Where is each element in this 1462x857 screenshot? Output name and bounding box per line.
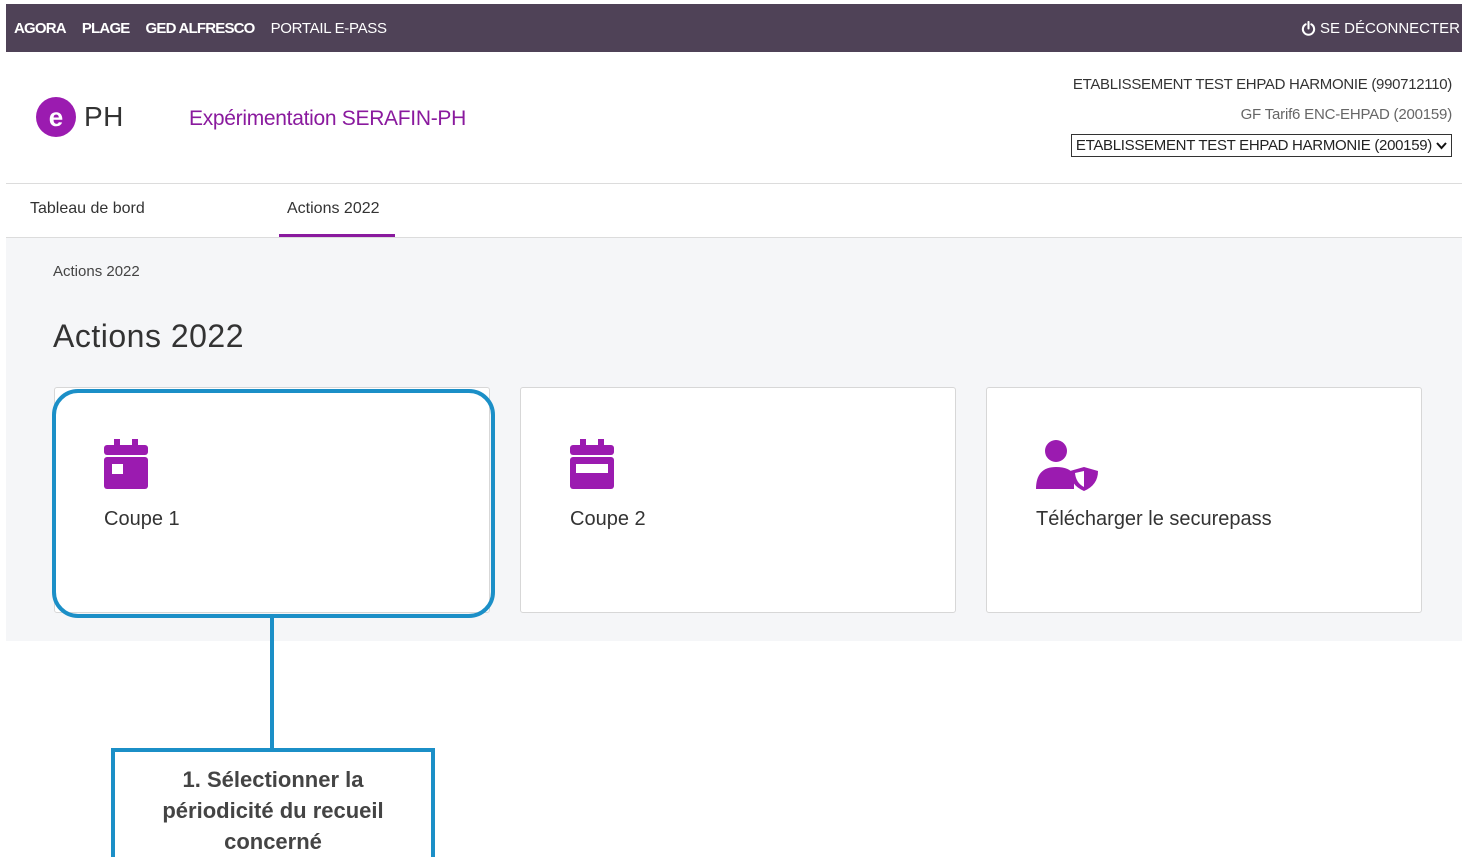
establishment-name: ETABLISSEMENT TEST EHPAD HARMONIE (99071… (1072, 76, 1452, 93)
card-coupe-2[interactable]: Coupe 2 (520, 387, 956, 613)
establishment-select-value: ETABLISSEMENT TEST EHPAD HARMONIE (20015… (1075, 137, 1432, 154)
annotation-callout: 1. Sélectionner la périodicité du recuei… (111, 748, 435, 857)
logo-badge: e (36, 97, 76, 137)
highlight-box (52, 389, 495, 618)
logo-text: PH (84, 101, 124, 132)
app-title: Expérimentation SERAFIN-PH (189, 107, 466, 130)
tab-bar: Tableau de bord Actions 2022 (6, 184, 1462, 238)
link-plage[interactable]: PLAGE (82, 20, 130, 37)
link-ged-alfresco[interactable]: GED ALFRESCO (146, 20, 256, 37)
tab-tableau-de-bord[interactable]: Tableau de bord (30, 200, 145, 218)
tab-actions-2022[interactable]: Actions 2022 (287, 200, 380, 218)
chevron-down-icon (1436, 141, 1447, 149)
eph-logo[interactable]: e PH (36, 97, 124, 137)
establishment-subtitle: GF Tarif6 ENC-EHPAD (200159) (1240, 106, 1453, 123)
calendar-range-icon (570, 439, 614, 489)
callout-line-3: concerné (224, 829, 322, 854)
card-label: Télécharger le securepass (1036, 508, 1272, 530)
card-label: Coupe 2 (570, 508, 646, 530)
link-portail-epass[interactable]: PORTAIL E-PASS (271, 20, 387, 37)
establishment-info: ETABLISSEMENT TEST EHPAD HARMONIE (99071… (1070, 76, 1453, 157)
callout-line-2: périodicité du recueil (162, 798, 384, 823)
active-tab-indicator (279, 234, 395, 237)
page-title: Actions 2022 (53, 318, 245, 354)
card-securepass[interactable]: Télécharger le securepass (986, 387, 1422, 613)
logout-label: SE DÉCONNECTER (1319, 19, 1460, 37)
establishment-select[interactable]: ETABLISSEMENT TEST EHPAD HARMONIE (20015… (1070, 134, 1452, 157)
annotation-connector (270, 618, 274, 751)
breadcrumb: Actions 2022 (53, 263, 140, 280)
link-agora[interactable]: AGORA (14, 20, 67, 37)
user-shield-icon (1036, 440, 1098, 491)
power-icon (1301, 20, 1316, 36)
portal-links: AGORA PLAGE GED ALFRESCO PORTAIL E-PASS (6, 20, 403, 37)
callout-line-1: 1. Sélectionner la (182, 767, 364, 792)
logout-button[interactable]: SE DÉCONNECTER (1301, 4, 1460, 52)
top-navbar: AGORA PLAGE GED ALFRESCO PORTAIL E-PASS … (6, 4, 1462, 52)
